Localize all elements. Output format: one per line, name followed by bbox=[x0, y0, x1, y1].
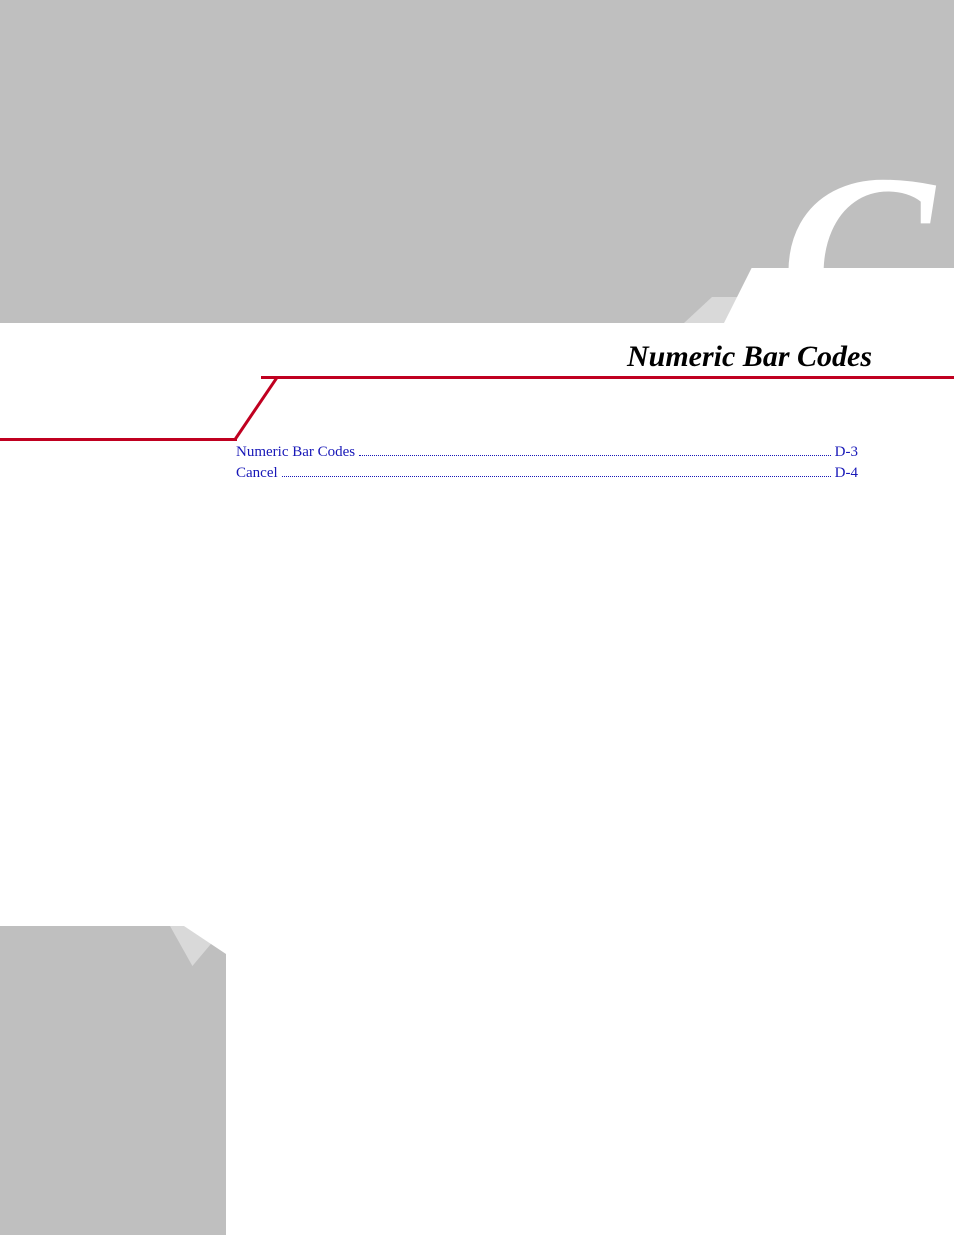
footer-tab-background bbox=[0, 926, 226, 1235]
toc-entry-label: Cancel bbox=[236, 465, 278, 482]
toc-leader-dots bbox=[282, 476, 831, 477]
chapter-title: Numeric Bar Codes bbox=[627, 340, 872, 374]
document-page: C Numeric Bar Codes Numeric Bar Codes D-… bbox=[0, 0, 954, 1235]
toc-entry-page: D-3 bbox=[835, 444, 858, 461]
table-of-contents: Numeric Bar Codes D-3 Cancel D-4 bbox=[236, 444, 858, 486]
toc-entry-page: D-4 bbox=[835, 465, 858, 482]
toc-entry[interactable]: Cancel D-4 bbox=[236, 465, 858, 482]
title-underline bbox=[261, 376, 954, 379]
toc-entry-label: Numeric Bar Codes bbox=[236, 444, 355, 461]
toc-leader-dots bbox=[359, 455, 831, 456]
title-underline-lower bbox=[0, 438, 237, 441]
chapter-letter: C bbox=[781, 140, 934, 370]
title-underline-diagonal bbox=[233, 376, 278, 441]
toc-entry[interactable]: Numeric Bar Codes D-3 bbox=[236, 444, 858, 461]
